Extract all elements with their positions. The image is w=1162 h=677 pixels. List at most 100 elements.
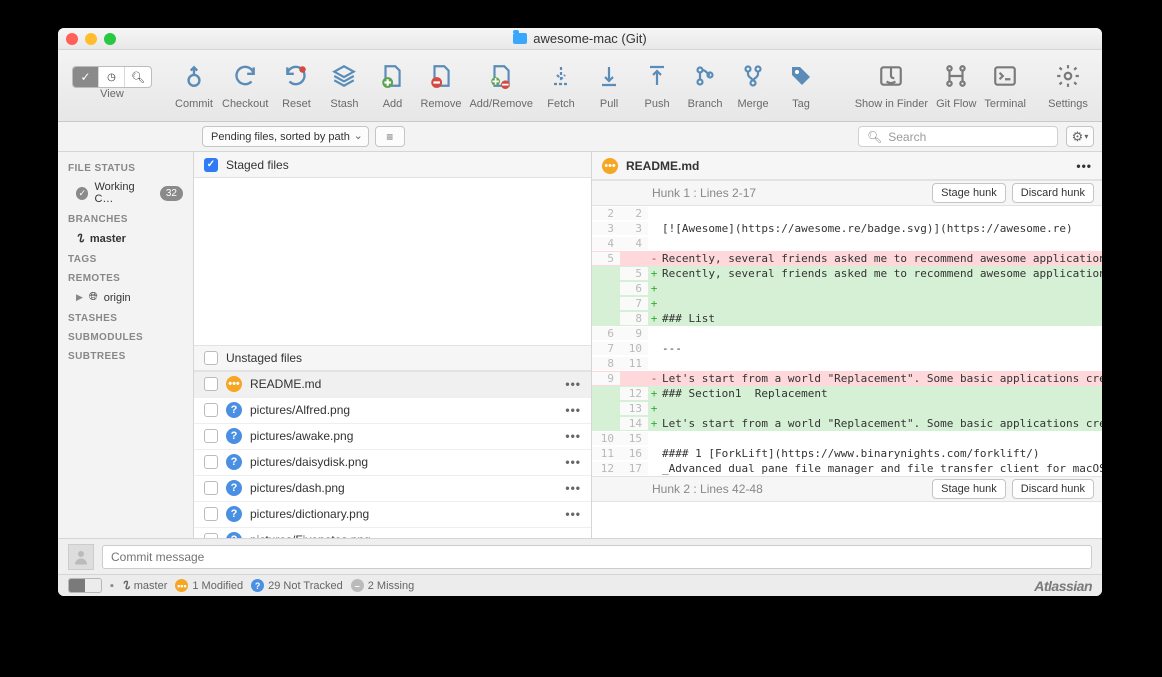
file-row[interactable]: ••• README.md ••• <box>194 372 591 398</box>
file-panel: ✓ Staged files Unstaged files ••• README… <box>194 152 592 538</box>
push-button[interactable] <box>637 54 677 98</box>
diff-line[interactable]: 1217 _Advanced dual pane file manager an… <box>592 461 1102 476</box>
branch-button[interactable] <box>685 54 725 98</box>
fetch-button[interactable] <box>541 54 581 98</box>
filter-bar: Pending files, sorted by path ≡ 🔍︎ Searc… <box>58 122 1102 152</box>
diff-line[interactable]: 8+### List <box>592 311 1102 326</box>
gitflow-button[interactable] <box>936 54 976 98</box>
zoom-icon[interactable] <box>104 33 116 45</box>
pull-button[interactable] <box>589 54 629 98</box>
file-row[interactable]: ? pictures/dash.png ••• <box>194 476 591 502</box>
discard-hunk-button[interactable]: Discard hunk <box>1012 479 1094 499</box>
file-checkbox[interactable] <box>204 403 218 417</box>
new-lineno: 12 <box>620 387 648 400</box>
sort-dropdown[interactable]: Pending files, sorted by path <box>202 126 369 147</box>
file-menu-button[interactable]: ••• <box>565 455 581 469</box>
diff-line[interactable]: 22 <box>592 206 1102 221</box>
layout-toggle[interactable] <box>68 578 102 593</box>
diff-lines[interactable]: 22 33 [![Awesome](https://awesome.re/bad… <box>592 206 1102 476</box>
diff-marker: + <box>648 402 660 415</box>
missing-icon: – <box>351 579 364 592</box>
status-untracked: ?29 Not Tracked <box>251 579 343 592</box>
file-checkbox[interactable] <box>204 429 218 443</box>
diff-line[interactable]: 811 <box>592 356 1102 371</box>
diff-line[interactable]: 13+ <box>592 401 1102 416</box>
sidebar-item-origin[interactable]: ▶ 🌐︎ origin <box>58 287 193 308</box>
file-checkbox[interactable] <box>204 377 218 391</box>
file-checkbox[interactable] <box>204 455 218 469</box>
addremove-button[interactable] <box>481 54 521 98</box>
staged-checkbox-icon[interactable]: ✓ <box>204 158 218 172</box>
hunk1-label: Hunk 1 : Lines 2-17 <box>652 186 756 200</box>
minimize-icon[interactable] <box>85 33 97 45</box>
sidebar-head-subtrees: SUBTREES <box>58 346 193 365</box>
terminal-button[interactable] <box>985 54 1025 98</box>
merge-label: Merge <box>737 98 768 110</box>
stage-hunk-button[interactable]: Stage hunk <box>932 479 1006 499</box>
unstaged-checkbox-icon[interactable] <box>204 351 218 365</box>
view-segmented[interactable]: ✓ ◷ 🔍︎ <box>72 66 152 88</box>
file-row[interactable]: ? pictures/awake.png ••• <box>194 424 591 450</box>
file-menu-button[interactable]: ••• <box>565 377 581 391</box>
diff-panel: ••• README.md ••• Hunk 1 : Lines 2-17 St… <box>592 152 1102 538</box>
listmode-button[interactable]: ≡ <box>375 126 405 147</box>
diff-line[interactable]: 5-Recently, several friends asked me to … <box>592 251 1102 266</box>
sidebar-head-stashes: STASHES <box>58 308 193 327</box>
file-name: pictures/dash.png <box>250 481 557 495</box>
origin-label: origin <box>104 292 131 304</box>
diff-marker: + <box>648 282 660 295</box>
sidebar-item-working-copy[interactable]: ✓ Working C… 32 <box>58 177 193 209</box>
search-input[interactable]: 🔍︎ Search <box>858 126 1058 147</box>
checkout-button[interactable] <box>225 54 265 98</box>
file-checkbox[interactable] <box>204 481 218 495</box>
untracked-icon: ? <box>226 402 242 418</box>
diff-line[interactable]: 69 <box>592 326 1102 341</box>
file-row[interactable]: ? pictures/dictionary.png ••• <box>194 502 591 528</box>
diff-menu-button[interactable]: ••• <box>1076 159 1092 173</box>
options-button[interactable]: ⚙▾ <box>1066 126 1094 147</box>
new-lineno: 3 <box>620 222 648 235</box>
diff-line[interactable]: 1015 <box>592 431 1102 446</box>
file-menu-button[interactable]: ••• <box>565 481 581 495</box>
file-menu-button[interactable]: ••• <box>565 403 581 417</box>
file-checkbox[interactable] <box>204 507 218 521</box>
sidebar-item-master[interactable]: ᔐ master <box>58 228 193 249</box>
file-name: README.md <box>250 377 557 391</box>
app-window: awesome-mac (Git) ✓ ◷ 🔍︎ View Commit Che… <box>58 28 1102 596</box>
diff-line[interactable]: 7+ <box>592 296 1102 311</box>
diff-line[interactable]: 33 [![Awesome](https://awesome.re/badge.… <box>592 221 1102 236</box>
settings-label: Settings <box>1048 98 1088 110</box>
discard-hunk-button[interactable]: Discard hunk <box>1012 183 1094 203</box>
old-lineno: 6 <box>592 327 620 340</box>
commit-button[interactable] <box>174 54 214 98</box>
add-button[interactable] <box>372 54 412 98</box>
diff-line[interactable]: 710 --- <box>592 341 1102 356</box>
file-row[interactable]: ? pictures/daisydisk.png ••• <box>194 450 591 476</box>
diff-line[interactable]: 5+Recently, several friends asked me to … <box>592 266 1102 281</box>
stash-button[interactable] <box>324 54 364 98</box>
remove-button[interactable] <box>421 54 461 98</box>
diff-line[interactable]: 12+### Section1 Replacement <box>592 386 1102 401</box>
diff-line[interactable]: 1116 #### 1 [ForkLift](https://www.binar… <box>592 446 1102 461</box>
tag-button[interactable] <box>781 54 821 98</box>
diff-line[interactable]: 9-Let's start from a world "Replacement"… <box>592 371 1102 386</box>
merge-button[interactable] <box>733 54 773 98</box>
settings-button[interactable] <box>1048 54 1088 98</box>
status-modified: •••1 Modified <box>175 579 243 592</box>
stage-hunk-button[interactable]: Stage hunk <box>932 183 1006 203</box>
untracked-icon: ? <box>226 428 242 444</box>
diff-line[interactable]: 6+ <box>592 281 1102 296</box>
new-lineno: 5 <box>620 267 648 280</box>
finder-button[interactable] <box>871 54 911 98</box>
file-row[interactable]: ? pictures/Fivenotes.png ••• <box>194 528 591 539</box>
diff-line[interactable]: 44 <box>592 236 1102 251</box>
status-branch[interactable]: ᔐmaster <box>122 579 167 592</box>
diff-line[interactable]: 14+Let's start from a world "Replacement… <box>592 416 1102 431</box>
commit-message-input[interactable] <box>102 545 1092 569</box>
reset-button[interactable] <box>276 54 316 98</box>
close-icon[interactable] <box>66 33 78 45</box>
file-menu-button[interactable]: ••• <box>565 507 581 521</box>
file-row[interactable]: ? pictures/Alfred.png ••• <box>194 398 591 424</box>
file-menu-button[interactable]: ••• <box>565 429 581 443</box>
new-lineno: 13 <box>620 402 648 415</box>
